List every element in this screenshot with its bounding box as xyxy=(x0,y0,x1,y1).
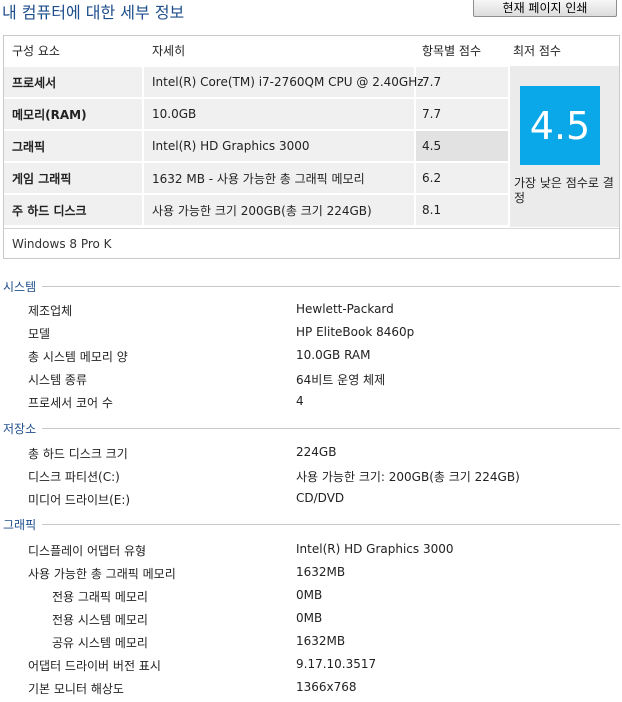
component-detail: Intel(R) HD Graphics 3000 xyxy=(152,139,310,153)
component-name: 메모리(RAM) xyxy=(12,107,87,122)
list-item: 기본 모니터 해상도 1366x768 xyxy=(3,680,620,702)
info-label: 프로세서 코어 수 xyxy=(28,396,113,410)
component-detail: 10.0GB xyxy=(152,107,197,121)
section-title: 시스템 xyxy=(3,278,43,295)
page-title: 내 컴퓨터에 대한 세부 정보 xyxy=(2,3,185,22)
info-value: Intel(R) HD Graphics 3000 xyxy=(296,542,454,556)
info-label: 전용 그래픽 메모리 xyxy=(52,590,148,604)
list-item: 미디어 드라이브(E:) CD/DVD xyxy=(3,491,620,513)
component-detail: 1632 MB - 사용 가능한 총 그래픽 메모리 xyxy=(152,171,365,186)
component-score: 8.1 xyxy=(422,203,442,217)
column-header-base-score: 최저 점수 xyxy=(513,43,561,58)
info-value: Hewlett-Packard xyxy=(296,302,394,316)
info-label: 총 시스템 메모리 양 xyxy=(28,350,128,364)
info-value: 4 xyxy=(296,394,304,408)
info-value: 1632MB xyxy=(296,565,346,579)
column-header-component: 구성 요소 xyxy=(12,43,60,58)
info-value: 9.17.10.3517 xyxy=(296,657,377,671)
info-value: 224GB xyxy=(296,445,337,459)
info-value: 1366x768 xyxy=(296,680,357,694)
component-name: 주 하드 디스크 xyxy=(12,203,87,218)
list-item: 제조업체 Hewlett-Packard xyxy=(3,302,620,324)
info-label: 사용 가능한 총 그래픽 메모리 xyxy=(28,567,176,581)
component-score: 7.7 xyxy=(422,75,442,89)
info-value: 0MB xyxy=(296,611,323,625)
component-score: 6.2 xyxy=(422,171,442,185)
info-label: 미디어 드라이브(E:) xyxy=(28,493,131,507)
info-value: 64비트 운영 체제 xyxy=(296,373,386,387)
info-label: 디스플레이 어댑터 유형 xyxy=(28,544,147,558)
column-header-subscore: 항목별 점수 xyxy=(422,43,482,58)
info-label: 총 하드 디스크 크기 xyxy=(28,447,128,461)
component-detail: 사용 가능한 크기 200GB(총 크기 224GB) xyxy=(152,203,372,218)
info-value: CD/DVD xyxy=(296,491,345,505)
os-edition: Windows 8 Pro K xyxy=(4,228,619,259)
component-name: 그래픽 xyxy=(12,139,46,154)
info-label: 전용 시스템 메모리 xyxy=(52,613,148,627)
list-item: 시스템 종류 64비트 운영 체제 xyxy=(3,371,620,393)
info-label: 모델 xyxy=(28,327,51,341)
info-label: 제조업체 xyxy=(28,304,73,318)
info-label: 공유 시스템 메모리 xyxy=(52,636,148,650)
info-label: 어댑터 드라이버 버전 표시 xyxy=(28,659,161,673)
info-value: 0MB xyxy=(296,588,323,602)
list-item: 어댑터 드라이버 버전 표시 9.17.10.3517 xyxy=(3,657,620,679)
info-value: 10.0GB RAM xyxy=(296,348,371,362)
section-title: 저장소 xyxy=(3,420,43,437)
list-item: 모델 HP EliteBook 8460p xyxy=(3,325,620,347)
info-label: 기본 모니터 해상도 xyxy=(28,682,124,696)
component-detail: Intel(R) Core(TM) i7-2760QM CPU @ 2.40GH… xyxy=(152,75,424,89)
print-page-button[interactable]: 현재 페이지 인쇄 xyxy=(473,0,617,17)
base-score-tile: 4.5 xyxy=(520,86,600,165)
info-label: 디스크 파티션(C:) xyxy=(28,470,120,484)
info-label: 시스템 종류 xyxy=(28,373,88,387)
component-name: 게임 그래픽 xyxy=(12,171,72,186)
component-score: 7.7 xyxy=(422,107,442,121)
column-header-detail: 자세히 xyxy=(152,43,186,58)
info-value: 사용 가능한 크기: 200GB(총 크기 224GB) xyxy=(296,470,520,484)
list-item: 총 하드 디스크 크기 224GB xyxy=(3,445,620,467)
list-item: 사용 가능한 총 그래픽 메모리 1632MB xyxy=(3,565,620,587)
info-value: HP EliteBook 8460p xyxy=(296,325,415,339)
info-value: 1632MB xyxy=(296,634,346,648)
component-name: 프로세서 xyxy=(12,75,57,90)
component-score: 4.5 xyxy=(422,139,442,153)
base-score-caption: 가장 낮은 점수로 결정 xyxy=(514,176,614,205)
list-item: 디스크 파티션(C:) 사용 가능한 크기: 200GB(총 크기 224GB) xyxy=(3,468,620,490)
list-item: 전용 그래픽 메모리 0MB xyxy=(3,588,620,610)
list-item: 전용 시스템 메모리 0MB xyxy=(3,611,620,633)
list-item: 디스플레이 어댑터 유형 Intel(R) HD Graphics 3000 xyxy=(3,542,620,564)
section-title: 그래픽 xyxy=(3,516,43,533)
score-table: 구성 요소 자세히 항목별 점수 최저 점수 프로세서 Intel(R) Cor… xyxy=(3,35,620,259)
list-item: 총 시스템 메모리 양 10.0GB RAM xyxy=(3,348,620,370)
list-item: 프로세서 코어 수 4 xyxy=(3,394,620,416)
list-item: 공유 시스템 메모리 1632MB xyxy=(3,634,620,656)
